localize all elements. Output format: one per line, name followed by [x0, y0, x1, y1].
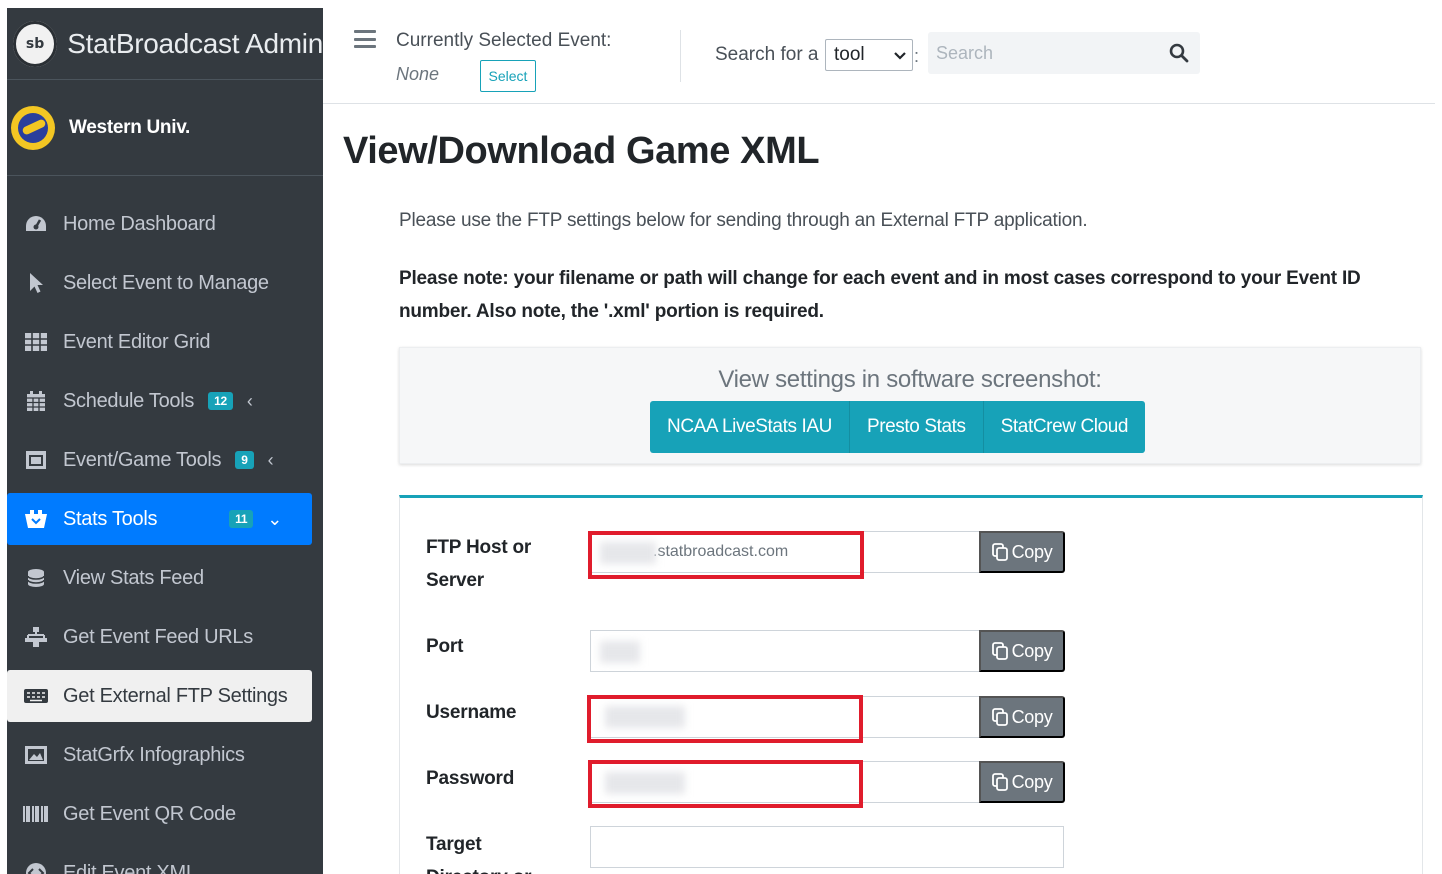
ftp-settings-card: FTP Host or Server .statbroadcast.com Co… — [399, 495, 1423, 874]
brand-logo: sb — [13, 20, 58, 67]
highlight-box — [587, 695, 863, 743]
barcode-icon — [23, 803, 49, 825]
copy-password-button[interactable]: Copy — [979, 761, 1065, 803]
count-badge: 11 — [229, 510, 254, 528]
search-icon[interactable] — [1168, 42, 1190, 64]
sidebar-item-label: Get Event QR Code — [63, 802, 236, 825]
password-label: Password — [426, 768, 515, 789]
sidebar-item-label: Schedule Tools — [63, 389, 195, 412]
dashboard-icon — [23, 213, 49, 235]
sidebar-item-label: Stats Tools — [63, 507, 158, 530]
statcrew-cloud-button[interactable]: StatCrew Cloud — [982, 401, 1145, 453]
chevron-down-icon: ⌄ — [267, 508, 283, 529]
menu-toggle-icon[interactable] — [354, 30, 376, 48]
page-title: View/Download Game XML — [343, 130, 820, 172]
tool-select[interactable]: tool — [825, 39, 913, 71]
chevron-down-icon — [894, 44, 906, 66]
copy-host-button[interactable]: Copy — [979, 531, 1065, 573]
sidebar-item-label: Get Event Feed URLs — [63, 625, 253, 648]
sidebar-item-get-external-ftp-settings[interactable]: Get External FTP Settings — [7, 670, 312, 722]
highlight-box — [588, 531, 864, 579]
calendar-icon — [23, 390, 49, 412]
search-for-label: Search for a — [715, 44, 819, 65]
divider — [680, 30, 681, 82]
intro-text: Please use the FTP settings below for se… — [399, 210, 1088, 231]
sidebar-item-edit-event-xml[interactable]: Edit Event XML — [7, 847, 323, 874]
grid-icon — [23, 331, 49, 353]
screenshot-card: View settings in software screenshot: NC… — [399, 347, 1421, 464]
current-event-value: None — [396, 64, 440, 84]
keyboard-icon — [23, 685, 49, 707]
sidebar-item-label: Home Dashboard — [63, 212, 216, 235]
sidebar-item-label: Select Event to Manage — [63, 271, 269, 294]
count-badge: 12 — [208, 392, 233, 410]
search-input[interactable] — [936, 40, 1156, 66]
chevron-left-icon: ‹ — [246, 390, 253, 411]
software-button-group: NCAA LiveStats IAU Presto Stats StatCrew… — [650, 401, 1146, 453]
username-label: Username — [426, 702, 517, 723]
sidebar-item-get-event-qr-code[interactable]: Get Event QR Code — [7, 788, 323, 840]
search-box — [928, 32, 1200, 74]
sidebar-item-label: StatGrfx Infographics — [63, 743, 245, 766]
copy-icon — [991, 543, 1008, 561]
copy-icon — [991, 773, 1008, 791]
code-icon — [23, 862, 49, 874]
main-content: View/Download Game XML Please use the FT… — [323, 104, 1435, 874]
sidebar-item-event-editor-grid[interactable]: Event Editor Grid — [7, 316, 323, 368]
target-directory-field[interactable] — [590, 826, 1064, 868]
brand-title: StatBroadcast Admin — [67, 27, 323, 59]
port-field[interactable] — [590, 630, 980, 672]
avatar — [11, 105, 55, 150]
note-text: Please note: your filename or path will … — [399, 268, 1361, 322]
sidebar-item-select-event[interactable]: Select Event to Manage — [7, 257, 323, 309]
sidebar-item-label: Get External FTP Settings — [63, 684, 288, 707]
stats-icon — [23, 508, 49, 530]
database-icon — [23, 567, 49, 589]
sidebar-item-label: Event/Game Tools — [63, 448, 222, 471]
sitemap-icon — [23, 626, 49, 648]
image-icon — [23, 744, 49, 766]
copy-username-button[interactable]: Copy — [979, 696, 1065, 738]
sidebar-item-statgrfx-infographics[interactable]: StatGrfx Infographics — [7, 729, 323, 781]
ncaa-livestats-button[interactable]: NCAA LiveStats IAU — [650, 401, 849, 453]
user-name: Western Univ. — [69, 116, 191, 138]
sidebar-nav: Home Dashboard Select Event to Manage Ev… — [7, 176, 323, 874]
redacted-block — [600, 641, 640, 663]
highlight-box — [588, 760, 863, 808]
brand[interactable]: sb StatBroadcast Admin — [7, 8, 323, 80]
target-directory-label: Target Directory or — [426, 834, 532, 874]
sidebar-item-label: Event Editor Grid — [63, 330, 211, 353]
user-panel[interactable]: Western Univ. — [7, 80, 323, 176]
copy-icon — [991, 708, 1008, 726]
sidebar-item-label: View Stats Feed — [63, 566, 204, 589]
copy-port-button[interactable]: Copy — [979, 630, 1065, 672]
sidebar-item-label: Edit Event XML — [63, 861, 197, 874]
sidebar-item-get-event-feed-urls[interactable]: Get Event Feed URLs — [7, 611, 323, 663]
copy-icon — [991, 642, 1008, 660]
sidebar-item-stats-tools[interactable]: Stats Tools 11 ⌄ — [7, 493, 312, 545]
cursor-icon — [23, 272, 49, 294]
select-event-button[interactable]: Select — [480, 60, 536, 92]
colon: : — [914, 46, 920, 66]
topbar: Currently Selected Event: None Select Se… — [323, 8, 1435, 104]
port-label: Port — [426, 636, 464, 657]
screenshot-card-title: View settings in software screenshot: — [718, 366, 1102, 393]
presto-stats-button[interactable]: Presto Stats — [848, 401, 983, 453]
tool-select-value: tool — [834, 44, 865, 65]
current-event-label: Currently Selected Event: — [396, 30, 612, 51]
count-badge: 9 — [235, 451, 254, 469]
sidebar-item-schedule-tools[interactable]: Schedule Tools 12 ‹ — [7, 375, 323, 427]
ftp-host-label: FTP Host or Server — [426, 537, 532, 591]
window-icon — [23, 449, 49, 471]
sidebar-item-home-dashboard[interactable]: Home Dashboard — [7, 198, 323, 250]
sidebar: sb StatBroadcast Admin Western Univ. Hom… — [7, 8, 323, 874]
sidebar-item-event-game-tools[interactable]: Event/Game Tools 9 ‹ — [7, 434, 323, 486]
chevron-left-icon: ‹ — [267, 449, 274, 470]
sidebar-item-view-stats-feed[interactable]: View Stats Feed — [7, 552, 323, 604]
